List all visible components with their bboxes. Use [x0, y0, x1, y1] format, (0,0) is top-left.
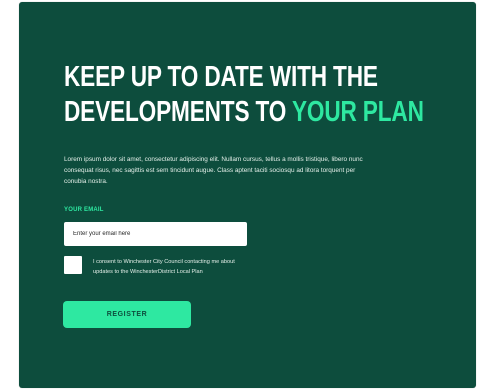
page-title: KEEP UP TO DATE WITH THE DEVELOPMENTS TO…: [64, 60, 424, 130]
consent-checkbox[interactable]: [64, 256, 82, 274]
intro-paragraph: Lorem ipsum dolor sit amet, consectetur …: [64, 156, 363, 185]
consent-label: I consent to Winchester City Council con…: [93, 259, 235, 275]
register-button[interactable]: REGISTER: [63, 301, 191, 328]
email-label: YOUR EMAIL: [64, 207, 104, 213]
title-accent: YOUR PLAN: [291, 96, 424, 128]
email-field[interactable]: [64, 222, 247, 246]
title-line-2: DEVELOPMENTS TO: [64, 96, 292, 128]
title-line-1: KEEP UP TO DATE WITH THE: [64, 61, 378, 93]
